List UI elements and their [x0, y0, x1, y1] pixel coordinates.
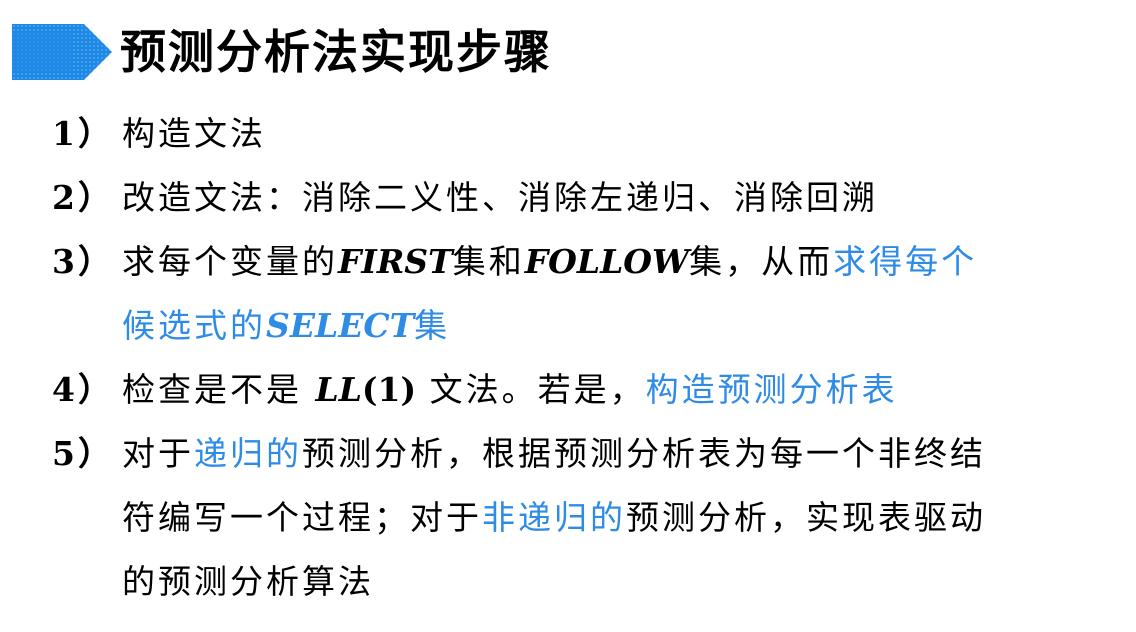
step-number: 3）	[52, 242, 114, 281]
highlight-text: 递归的	[194, 434, 302, 473]
step-number: 2）	[52, 178, 114, 217]
steps-list: 1） 构造文法 2） 改造文法：消除二义性、消除左递归、消除回溯 3） 求每个变…	[52, 102, 1122, 614]
step-text: 求每个变量的FIRST集和FOLLOW集，从而求得每个 候选式的SELECT集	[122, 242, 978, 345]
step-text: 构造文法	[122, 114, 266, 153]
highlight-text: 构造预测分析表	[645, 370, 898, 409]
step-text: 对于递归的预测分析，根据预测分析表为每一个非终结 符编写一个过程；对于非递归的预…	[122, 434, 986, 601]
ll-term: LL	[315, 370, 362, 409]
step-text: 检查是不是 LL(1) 文法。若是，构造预测分析表	[122, 370, 898, 409]
list-item-step-2: 2） 改造文法：消除二义性、消除左递归、消除回溯	[52, 166, 1122, 230]
step-number: 5）	[52, 434, 114, 473]
highlight-text: 非递归的	[482, 498, 626, 537]
step-number: 1）	[52, 114, 114, 153]
list-item-step-4: 4） 检查是不是 LL(1) 文法。若是，构造预测分析表	[52, 358, 1122, 422]
title-arrow-icon	[12, 24, 112, 80]
step-number: 4）	[52, 370, 114, 409]
page-title: 预测分析法实现步骤	[120, 25, 552, 79]
list-item-step-1: 1） 构造文法	[52, 102, 1122, 166]
list-item-step-5: 5） 对于递归的预测分析，根据预测分析表为每一个非终结 符编写一个过程；对于非递…	[52, 422, 1122, 614]
list-item-step-3: 3） 求每个变量的FIRST集和FOLLOW集，从而求得每个 候选式的SELEC…	[52, 230, 1122, 358]
first-set-term: FIRST	[338, 242, 453, 281]
highlight-text: 求得每个	[833, 242, 978, 281]
slide: 预测分析法实现步骤 1） 构造文法 2） 改造文法：消除二义性、消除左递归、消除…	[0, 0, 1136, 632]
follow-set-term: FOLLOW	[524, 242, 690, 281]
select-set-term: SELECT	[266, 306, 415, 345]
step-text: 改造文法：消除二义性、消除左递归、消除回溯	[122, 178, 878, 217]
